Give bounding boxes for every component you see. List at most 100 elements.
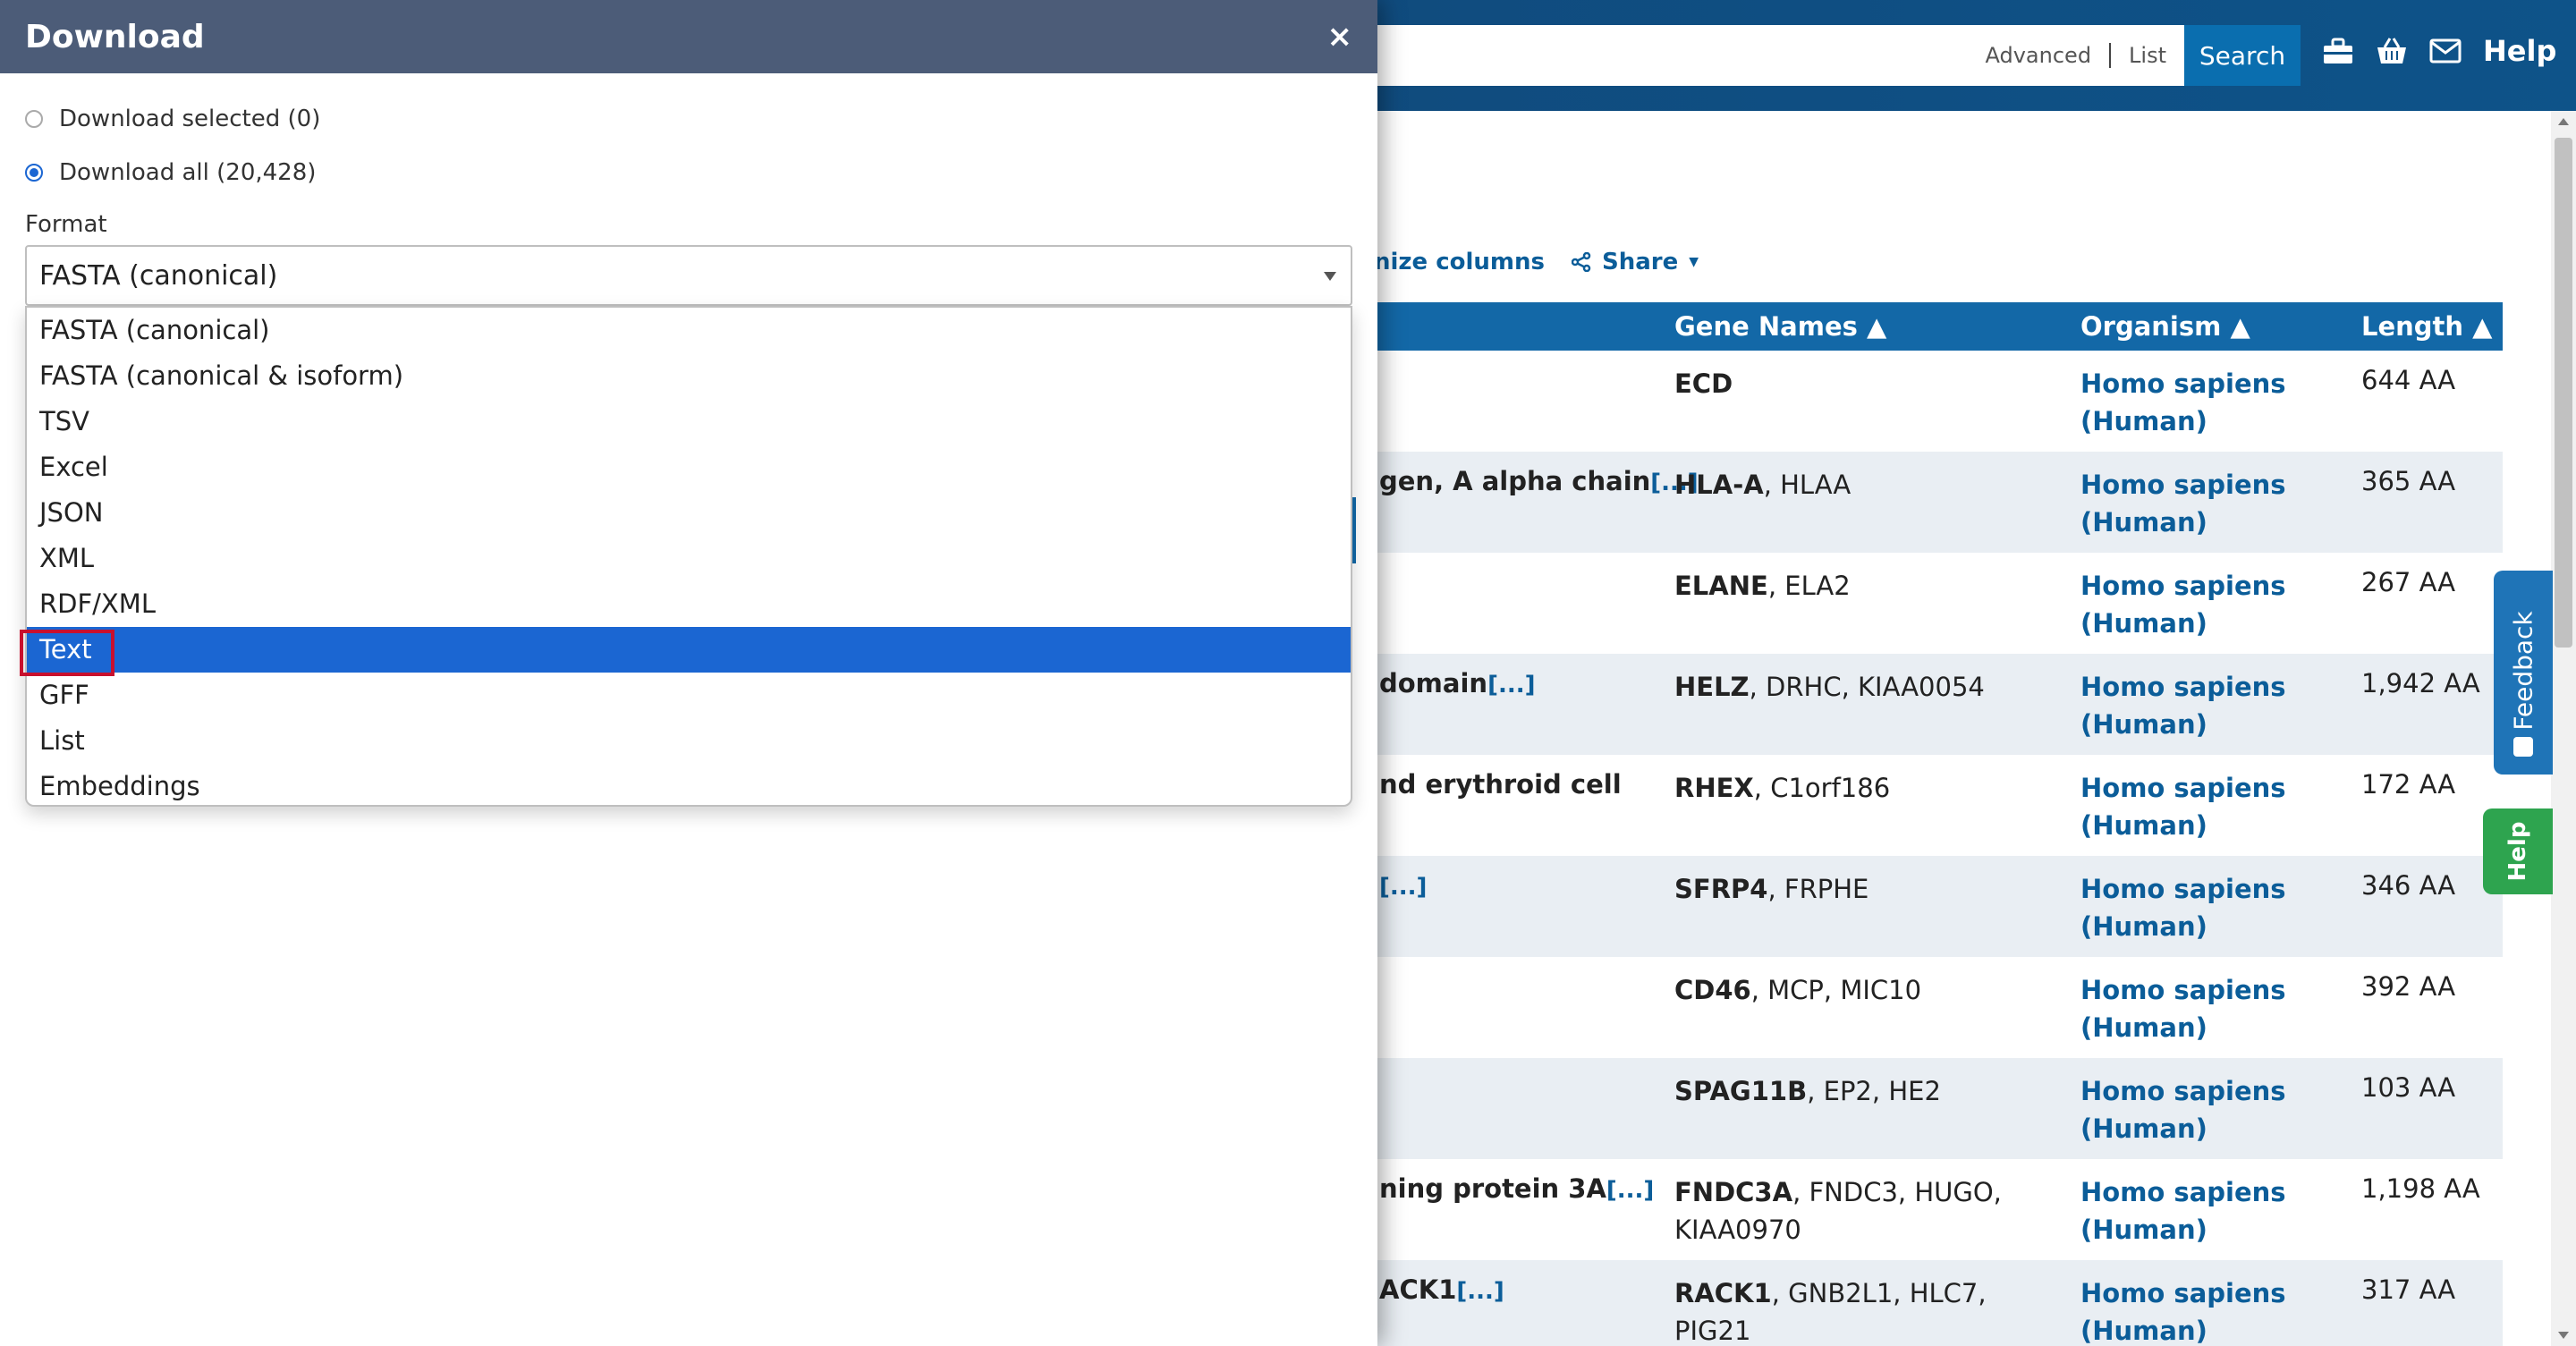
organism-link[interactable]: Homo sapiens (Human) [2080,1173,2295,1249]
help-link[interactable]: Help [2483,34,2556,68]
radio-download-all[interactable] [25,164,43,182]
mail-icon[interactable] [2429,38,2462,63]
page-scrollbar[interactable] [2551,111,2576,1346]
table-row[interactable]: ELANE, ELA2 Homo sapiens (Human) 267 AA [1374,553,2503,654]
results-table: Gene Names ▲ Organism ▲ Length ▲ ECD Homo… [1374,302,2503,1346]
share-button[interactable]: Share ▼ [1572,249,1699,275]
table-row[interactable]: CD46, MCP, MIC10 Homo sapiens (Human) 392 … [1374,957,2503,1058]
primary-gene: FNDC3A [1674,1177,1793,1207]
table-row[interactable]: gen, A alpha chain[...] HLA-A, HLAA Homo s… [1374,452,2503,553]
organism-link[interactable]: Homo sapiens (Human) [2080,466,2295,541]
organism-link[interactable]: Homo sapiens (Human) [2080,870,2295,945]
gene-names-cell: RACK1, GNB2L1, HLC7, PIG21 [1674,1274,2050,1346]
format-option[interactable]: GFF [27,673,1351,718]
primary-gene: HELZ [1674,672,1750,702]
format-dropdown-list: FASTA (canonical) FASTA (canonical & isof… [25,306,1352,807]
expand-link[interactable]: [...] [1379,874,1427,901]
format-option[interactable]: FASTA (canonical) [27,308,1351,353]
format-option[interactable]: XML [27,536,1351,581]
format-option[interactable]: Excel [27,444,1351,490]
protein-name-cell[interactable]: nd erythroid cell [1379,769,1622,800]
expand-link[interactable]: [...] [1487,672,1535,698]
download-selected-option[interactable]: Download selected (0) [25,106,320,132]
gene-synonyms: , HLAA [1763,470,1852,500]
organism-link[interactable]: Homo sapiens (Human) [2080,668,2295,743]
organism-link[interactable]: Homo sapiens (Human) [2080,567,2295,642]
format-option[interactable]: Embeddings [27,764,1351,805]
primary-gene: SPAG11B [1674,1076,1808,1106]
protein-name-cell[interactable]: ACK1[...] [1379,1274,1504,1305]
radio-download-selected[interactable] [25,110,43,128]
format-option[interactable]: TSV [27,399,1351,444]
header-tools: Help [2322,34,2556,68]
expand-link[interactable]: [...] [1606,1177,1654,1204]
list-search-link[interactable]: List [2111,43,2184,68]
format-option[interactable]: Text [27,627,1351,673]
length-cell: 392 AA [2361,971,2456,1002]
length-cell: 346 AA [2361,870,2456,901]
search-links: Advanced List [1968,25,2185,86]
table-row[interactable]: ACK1[...] RACK1, GNB2L1, HLC7, PIG21 Homo … [1374,1260,2503,1346]
gene-names-cell: ECD [1674,365,2050,402]
col-gene-names[interactable]: Gene Names ▲ [1674,311,1886,342]
col-length[interactable]: Length ▲ [2361,311,2492,342]
toolbox-icon[interactable] [2322,37,2354,65]
chevron-down-icon: ▼ [1689,255,1699,269]
search-input[interactable]: Advanced List [1368,25,2184,86]
protein-name: nd erythroid cell [1379,769,1622,800]
scroll-up-arrow[interactable] [2558,118,2569,125]
table-row[interactable]: nd erythroid cell RHEX, C1orf186 Homo sapi… [1374,755,2503,856]
primary-gene: CD46 [1674,975,1751,1005]
format-option[interactable]: JSON [27,490,1351,536]
protein-name-cell[interactable]: ning protein 3A[...] [1379,1173,1654,1204]
scroll-down-arrow[interactable] [2558,1332,2569,1339]
table-row[interactable]: SPAG11B, EP2, HE2 Homo sapiens (Human) 103… [1374,1058,2503,1159]
table-header: Gene Names ▲ Organism ▲ Length ▲ [1374,302,2503,351]
gene-synonyms: , EP2, HE2 [1807,1076,1941,1106]
gene-names-cell: ELANE, ELA2 [1674,567,2050,605]
table-row[interactable]: ECD Homo sapiens (Human) 644 AA [1374,351,2503,452]
organism-link[interactable]: Homo sapiens (Human) [2080,365,2295,440]
protein-name: ning protein 3A [1379,1173,1606,1204]
format-option[interactable]: List [27,718,1351,764]
organism-link[interactable]: Homo sapiens (Human) [2080,971,2295,1046]
protein-name-cell[interactable]: gen, A alpha chain[...] [1379,466,1699,496]
scroll-thumb[interactable] [2555,138,2572,648]
length-cell: 267 AA [2361,567,2456,597]
download-all-option[interactable]: Download all (20,428) [25,159,316,186]
col-organism[interactable]: Organism ▲ [2080,311,2250,342]
target-highlight [20,630,114,676]
gene-names-cell: FNDC3A, FNDC3, HUGO, KIAA0970 [1674,1173,2050,1249]
format-select[interactable]: FASTA (canonical) [25,245,1352,306]
gene-names-cell: HELZ, DRHC, KIAA0054 [1674,668,2050,706]
expand-link[interactable]: [...] [1456,1278,1504,1305]
gene-synonyms: , FRPHE [1767,874,1869,904]
organism-link[interactable]: Homo sapiens (Human) [2080,1274,2295,1346]
organism-link[interactable]: Homo sapiens (Human) [2080,769,2295,844]
format-option[interactable]: FASTA (canonical & isoform) [27,353,1351,399]
table-row[interactable]: domain[...] HELZ, DRHC, KIAA0054 Homo sapi… [1374,654,2503,755]
protein-name-cell[interactable]: domain[...] [1379,668,1535,698]
format-option[interactable]: RDF/XML [27,581,1351,627]
length-cell: 317 AA [2361,1274,2456,1305]
format-select-value: FASTA (canonical) [39,259,278,292]
close-icon[interactable]: × [1327,19,1353,55]
share-label: Share [1602,249,1679,275]
advanced-search-link[interactable]: Advanced [1968,43,2110,68]
length-cell: 172 AA [2361,769,2456,800]
customize-columns-button[interactable]: nize columns [1374,249,1545,275]
panel-title: Download [25,18,205,55]
organism-link[interactable]: Homo sapiens (Human) [2080,1072,2295,1147]
primary-gene: ELANE [1674,571,1768,601]
primary-gene: ECD [1674,368,1733,399]
gene-names-cell: SFRP4, FRPHE [1674,870,2050,908]
basket-icon[interactable] [2376,37,2408,65]
table-row[interactable]: [...] SFRP4, FRPHE Homo sapiens (Human) 346… [1374,856,2503,957]
length-cell: 1,198 AA [2361,1173,2480,1204]
feedback-tab[interactable]: Feedback [2494,571,2553,775]
protein-name-cell[interactable]: [...] [1379,870,1427,901]
results-toolbar: nize columns Share ▼ [1374,249,1699,275]
table-row[interactable]: ning protein 3A[...] FNDC3A, FNDC3, HUGO,… [1374,1159,2503,1260]
search-button[interactable]: Search [2184,25,2301,86]
help-tab[interactable]: Help [2483,808,2553,894]
